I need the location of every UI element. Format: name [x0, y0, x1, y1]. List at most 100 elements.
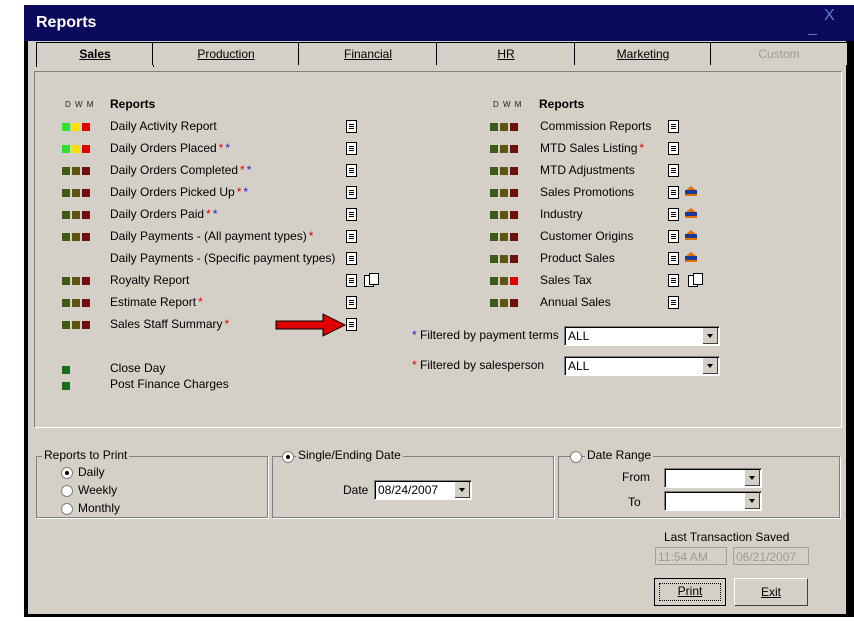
- report-doc-icon[interactable]: [668, 164, 679, 177]
- filter-star-icon: *: [243, 185, 249, 199]
- report-doc-icon[interactable]: [668, 252, 679, 265]
- report-doc-icon[interactable]: [346, 318, 357, 331]
- salesperson-select[interactable]: ALL: [564, 356, 720, 376]
- report-link[interactable]: Sales Promotions: [540, 185, 634, 199]
- tab-custom: Custom: [710, 42, 848, 65]
- tab-hr[interactable]: HR: [436, 42, 576, 65]
- tab-sales[interactable]: Sales: [36, 42, 154, 67]
- post-finance-charges-link[interactable]: Post Finance Charges: [110, 377, 229, 391]
- report-link[interactable]: Daily Orders Picked Up * *: [110, 185, 248, 199]
- report-link[interactable]: Daily Payments - (All payment types) *: [110, 229, 313, 243]
- chevron-down-icon[interactable]: [703, 358, 718, 374]
- report-doc-icon[interactable]: [346, 296, 357, 309]
- dwm-status-indicator: [510, 189, 518, 197]
- report-doc-icon[interactable]: [346, 120, 357, 133]
- print-button[interactable]: Print: [654, 578, 726, 606]
- monthly-radio[interactable]: [61, 503, 73, 515]
- report-graph-icon[interactable]: [684, 207, 698, 219]
- report-link[interactable]: Royalty Report: [110, 273, 189, 287]
- dwm-status-indicator: [82, 123, 90, 131]
- report-doc-icon[interactable]: [346, 230, 357, 243]
- report-link[interactable]: Product Sales: [540, 251, 615, 265]
- report-graph-icon[interactable]: [684, 229, 698, 241]
- daily-radio[interactable]: [61, 467, 73, 479]
- filter-star-icon: *: [639, 141, 645, 155]
- tab-production[interactable]: Production: [152, 42, 300, 65]
- dwm-status-indicator: [500, 189, 508, 197]
- report-doc-icon[interactable]: [668, 186, 679, 199]
- from-label: From: [622, 470, 650, 484]
- dwm-status-indicator: [490, 211, 498, 219]
- report-doc-icon[interactable]: [668, 142, 679, 155]
- post-finance-status: [62, 382, 70, 390]
- single-date-radio[interactable]: [282, 451, 294, 463]
- dwm-status-indicator: [62, 167, 70, 175]
- report-link[interactable]: Daily Activity Report: [110, 119, 217, 133]
- report-link[interactable]: Daily Orders Placed * *: [110, 141, 230, 155]
- weekly-radio[interactable]: [61, 485, 73, 497]
- report-doc-icon[interactable]: [346, 252, 357, 265]
- report-multi-doc-icon[interactable]: [688, 273, 703, 287]
- dwm-status-indicator: [82, 233, 90, 241]
- dwm-status-indicator: [490, 299, 498, 307]
- dwm-status-indicator: [510, 233, 518, 241]
- dwm-status-indicator: [510, 167, 518, 175]
- last-transaction-date: 06/21/2007: [733, 547, 809, 565]
- chevron-down-icon[interactable]: [455, 482, 470, 498]
- date-picker[interactable]: 08/24/2007: [374, 480, 472, 500]
- chevron-down-icon[interactable]: [703, 328, 718, 344]
- report-doc-icon[interactable]: [346, 164, 357, 177]
- daily-option-label: Daily: [78, 465, 105, 479]
- report-multi-doc-icon[interactable]: [364, 273, 379, 287]
- filter-star-icon: *: [308, 229, 314, 243]
- report-doc-icon[interactable]: [346, 142, 357, 155]
- dwm-status-indicator: [82, 277, 90, 285]
- minimize-icon[interactable]: _: [808, 19, 817, 37]
- report-link[interactable]: Sales Tax: [540, 273, 592, 287]
- close-day-link[interactable]: Close Day: [110, 361, 165, 375]
- report-link[interactable]: Annual Sales: [540, 295, 611, 309]
- report-doc-icon[interactable]: [346, 274, 357, 287]
- close-icon[interactable]: X: [824, 7, 835, 25]
- dwm-status-indicator: [500, 123, 508, 131]
- to-date-picker[interactable]: [664, 491, 762, 511]
- chevron-down-icon[interactable]: [745, 470, 760, 486]
- report-link[interactable]: Daily Orders Completed * *: [110, 163, 251, 177]
- dwm-status-indicator: [62, 321, 70, 329]
- report-doc-icon[interactable]: [668, 296, 679, 309]
- from-date-picker[interactable]: [664, 468, 762, 488]
- exit-button[interactable]: Exit: [734, 578, 808, 606]
- report-link[interactable]: Customer Origins: [540, 229, 633, 243]
- tab-financial[interactable]: Financial: [298, 42, 438, 65]
- report-link[interactable]: Daily Payments - (Specific payment types…: [110, 251, 335, 265]
- dwm-status-indicator: [510, 145, 518, 153]
- payment-terms-select[interactable]: ALL: [564, 326, 720, 346]
- report-link[interactable]: Industry: [540, 207, 583, 221]
- report-doc-icon[interactable]: [668, 120, 679, 133]
- report-doc-icon[interactable]: [668, 208, 679, 221]
- report-doc-icon[interactable]: [668, 274, 679, 287]
- tab-marketing[interactable]: Marketing: [574, 42, 712, 65]
- filter-star-icon: *: [198, 295, 203, 309]
- report-graph-icon[interactable]: [684, 185, 698, 197]
- dwm-status-indicator: [490, 189, 498, 197]
- report-doc-icon[interactable]: [346, 208, 357, 221]
- filter-star-icon: *: [218, 141, 224, 155]
- report-doc-icon[interactable]: [346, 186, 357, 199]
- to-label: To: [628, 495, 641, 509]
- report-doc-icon[interactable]: [668, 230, 679, 243]
- dwm-status-indicator: [62, 277, 70, 285]
- report-link[interactable]: Commission Reports: [540, 119, 651, 133]
- date-range-radio[interactable]: [570, 451, 582, 463]
- chevron-down-icon[interactable]: [745, 493, 760, 509]
- dwm-status-indicator: [510, 299, 518, 307]
- report-link[interactable]: Sales Staff Summary *: [110, 317, 229, 331]
- reports-header-right: Reports: [539, 97, 585, 111]
- report-link[interactable]: MTD Adjustments: [540, 163, 635, 177]
- filter-star-icon: *: [224, 317, 230, 331]
- report-graph-icon[interactable]: [684, 251, 698, 263]
- report-link[interactable]: MTD Sales Listing *: [540, 141, 644, 155]
- last-transaction-time: 11:54 AM: [655, 547, 727, 565]
- report-link[interactable]: Daily Orders Paid * *: [110, 207, 217, 221]
- report-link[interactable]: Estimate Report *: [110, 295, 203, 309]
